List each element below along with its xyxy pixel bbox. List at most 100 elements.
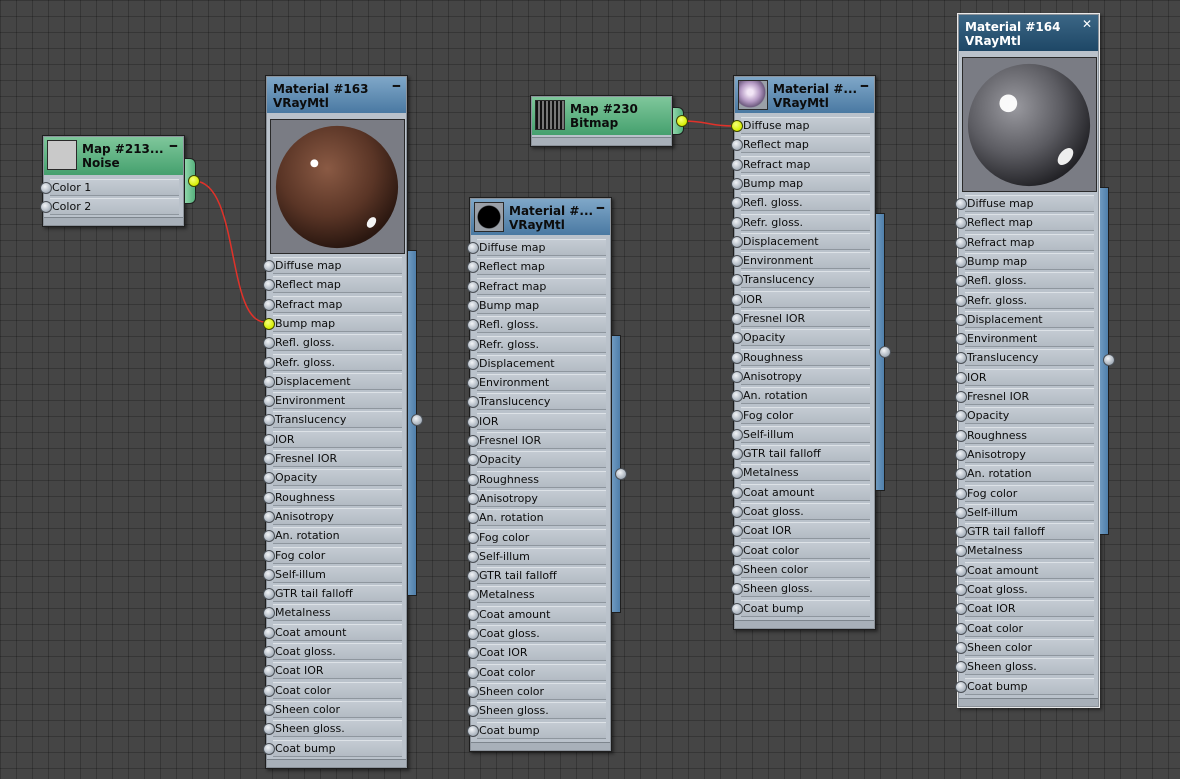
- input-socket[interactable]: [731, 370, 743, 383]
- input-socket[interactable]: [263, 414, 275, 427]
- param-row[interactable]: Environment: [467, 374, 606, 392]
- param-row[interactable]: Refract map: [731, 155, 870, 173]
- input-socket[interactable]: [731, 467, 743, 480]
- param-row[interactable]: Self-illum: [955, 503, 1094, 521]
- param-row[interactable]: Fog color: [955, 484, 1094, 502]
- input-socket[interactable]: [263, 260, 275, 272]
- param-row[interactable]: Coat amount: [955, 561, 1094, 579]
- input-socket[interactable]: [955, 641, 967, 654]
- param-row[interactable]: Bump map: [263, 314, 402, 332]
- param-row[interactable]: GTR tail falloff: [263, 585, 402, 603]
- param-row[interactable]: Translucency: [955, 349, 1094, 367]
- input-socket[interactable]: [263, 491, 275, 504]
- input-socket[interactable]: [263, 549, 275, 562]
- input-socket[interactable]: [467, 299, 479, 312]
- param-row[interactable]: Metalness: [955, 542, 1094, 560]
- param-row[interactable]: Color 1: [40, 179, 179, 196]
- input-socket[interactable]: [263, 742, 275, 755]
- input-socket[interactable]: [731, 448, 743, 461]
- param-row[interactable]: Coat bump: [731, 599, 870, 617]
- input-socket[interactable]: [955, 391, 967, 403]
- input-socket[interactable]: [467, 512, 479, 525]
- param-row[interactable]: Environment: [731, 252, 870, 270]
- input-socket[interactable]: [467, 685, 479, 698]
- param-row[interactable]: Refr. gloss.: [263, 353, 402, 371]
- param-row[interactable]: Refract map: [263, 295, 402, 313]
- param-row[interactable]: Fog color: [467, 528, 606, 546]
- input-socket[interactable]: [467, 435, 479, 447]
- input-socket[interactable]: [955, 294, 967, 307]
- input-socket[interactable]: [467, 396, 479, 409]
- param-row[interactable]: Fresnel IOR: [263, 450, 402, 467]
- material-pattern-node[interactable]: Material #... VRayMtl ━ Diffuse map Refle…: [731, 75, 876, 630]
- node-header[interactable]: Material #163 VRayMtl ━: [267, 77, 406, 113]
- param-row[interactable]: Displacement: [955, 310, 1094, 328]
- wire-bitmap-to-diffuse[interactable]: [681, 120, 734, 127]
- input-socket[interactable]: [467, 589, 479, 602]
- input-socket[interactable]: [731, 274, 743, 287]
- param-row[interactable]: GTR tail falloff: [955, 523, 1094, 541]
- close-icon[interactable]: ✕: [1082, 18, 1092, 30]
- input-socket[interactable]: [955, 661, 967, 674]
- param-row[interactable]: Self-illum: [467, 547, 606, 565]
- input-socket[interactable]: [731, 563, 743, 576]
- input-socket[interactable]: [467, 357, 479, 370]
- param-row[interactable]: Refl. gloss.: [731, 194, 870, 212]
- param-row[interactable]: IOR: [467, 412, 606, 430]
- param-row[interactable]: Coat IOR: [955, 600, 1094, 618]
- param-row[interactable]: Anisotropy: [467, 489, 606, 507]
- input-socket[interactable]: [467, 531, 479, 544]
- input-socket[interactable]: [955, 506, 967, 519]
- input-socket[interactable]: [731, 216, 743, 229]
- material-164-node[interactable]: Material #164 VRayMtl ✕ Diffuse map Refle…: [955, 13, 1100, 708]
- param-row[interactable]: Metalness: [467, 586, 606, 604]
- input-socket[interactable]: [955, 236, 967, 249]
- input-socket[interactable]: [731, 409, 743, 422]
- input-socket[interactable]: [955, 448, 967, 461]
- input-socket[interactable]: [467, 319, 479, 332]
- input-socket[interactable]: [731, 158, 743, 171]
- param-row[interactable]: Fog color: [263, 546, 402, 564]
- param-row[interactable]: Environment: [263, 392, 402, 410]
- param-row[interactable]: Refract map: [955, 233, 1094, 251]
- input-socket[interactable]: [467, 608, 479, 621]
- bitmap-map-node[interactable]: Map #230 Bitmap: [530, 95, 673, 147]
- input-socket[interactable]: [467, 705, 479, 718]
- param-row[interactable]: Refl. gloss.: [467, 316, 606, 334]
- param-row[interactable]: Anisotropy: [263, 507, 402, 525]
- input-socket[interactable]: [263, 626, 275, 639]
- input-socket[interactable]: [263, 472, 275, 485]
- input-socket[interactable]: [731, 177, 743, 190]
- input-socket[interactable]: [263, 568, 275, 581]
- input-socket[interactable]: [467, 473, 479, 486]
- input-socket[interactable]: [731, 486, 743, 499]
- input-socket[interactable]: [955, 487, 967, 500]
- param-row[interactable]: IOR: [731, 290, 870, 308]
- input-socket[interactable]: [263, 510, 275, 523]
- input-socket[interactable]: [731, 293, 743, 306]
- param-row[interactable]: Displacement: [731, 232, 870, 250]
- param-row[interactable]: Coat bump: [955, 677, 1094, 695]
- param-row[interactable]: Bump map: [467, 296, 606, 314]
- param-row[interactable]: Bump map: [955, 252, 1094, 270]
- param-row[interactable]: Sheen gloss.: [467, 702, 606, 720]
- input-socket[interactable]: [955, 468, 967, 481]
- param-row[interactable]: Translucency: [263, 411, 402, 429]
- input-socket[interactable]: [731, 351, 743, 364]
- input-socket[interactable]: [263, 433, 275, 446]
- param-row[interactable]: Opacity: [955, 407, 1094, 425]
- param-row[interactable]: Diffuse map: [467, 239, 606, 256]
- input-socket[interactable]: [467, 666, 479, 679]
- param-row[interactable]: Coat amount: [731, 483, 870, 501]
- param-row[interactable]: Self-illum: [263, 565, 402, 583]
- minimize-icon[interactable]: ━: [393, 80, 400, 92]
- param-row[interactable]: Coat color: [263, 681, 402, 699]
- input-socket[interactable]: [955, 603, 967, 616]
- material-pattern-output-socket[interactable]: [879, 346, 891, 358]
- input-socket[interactable]: [955, 429, 967, 442]
- param-row[interactable]: Coat color: [955, 619, 1094, 637]
- input-socket[interactable]: [263, 588, 275, 601]
- param-row[interactable]: Roughness: [955, 426, 1094, 444]
- param-row[interactable]: Sheen gloss.: [263, 720, 402, 738]
- input-socket[interactable]: [731, 255, 743, 268]
